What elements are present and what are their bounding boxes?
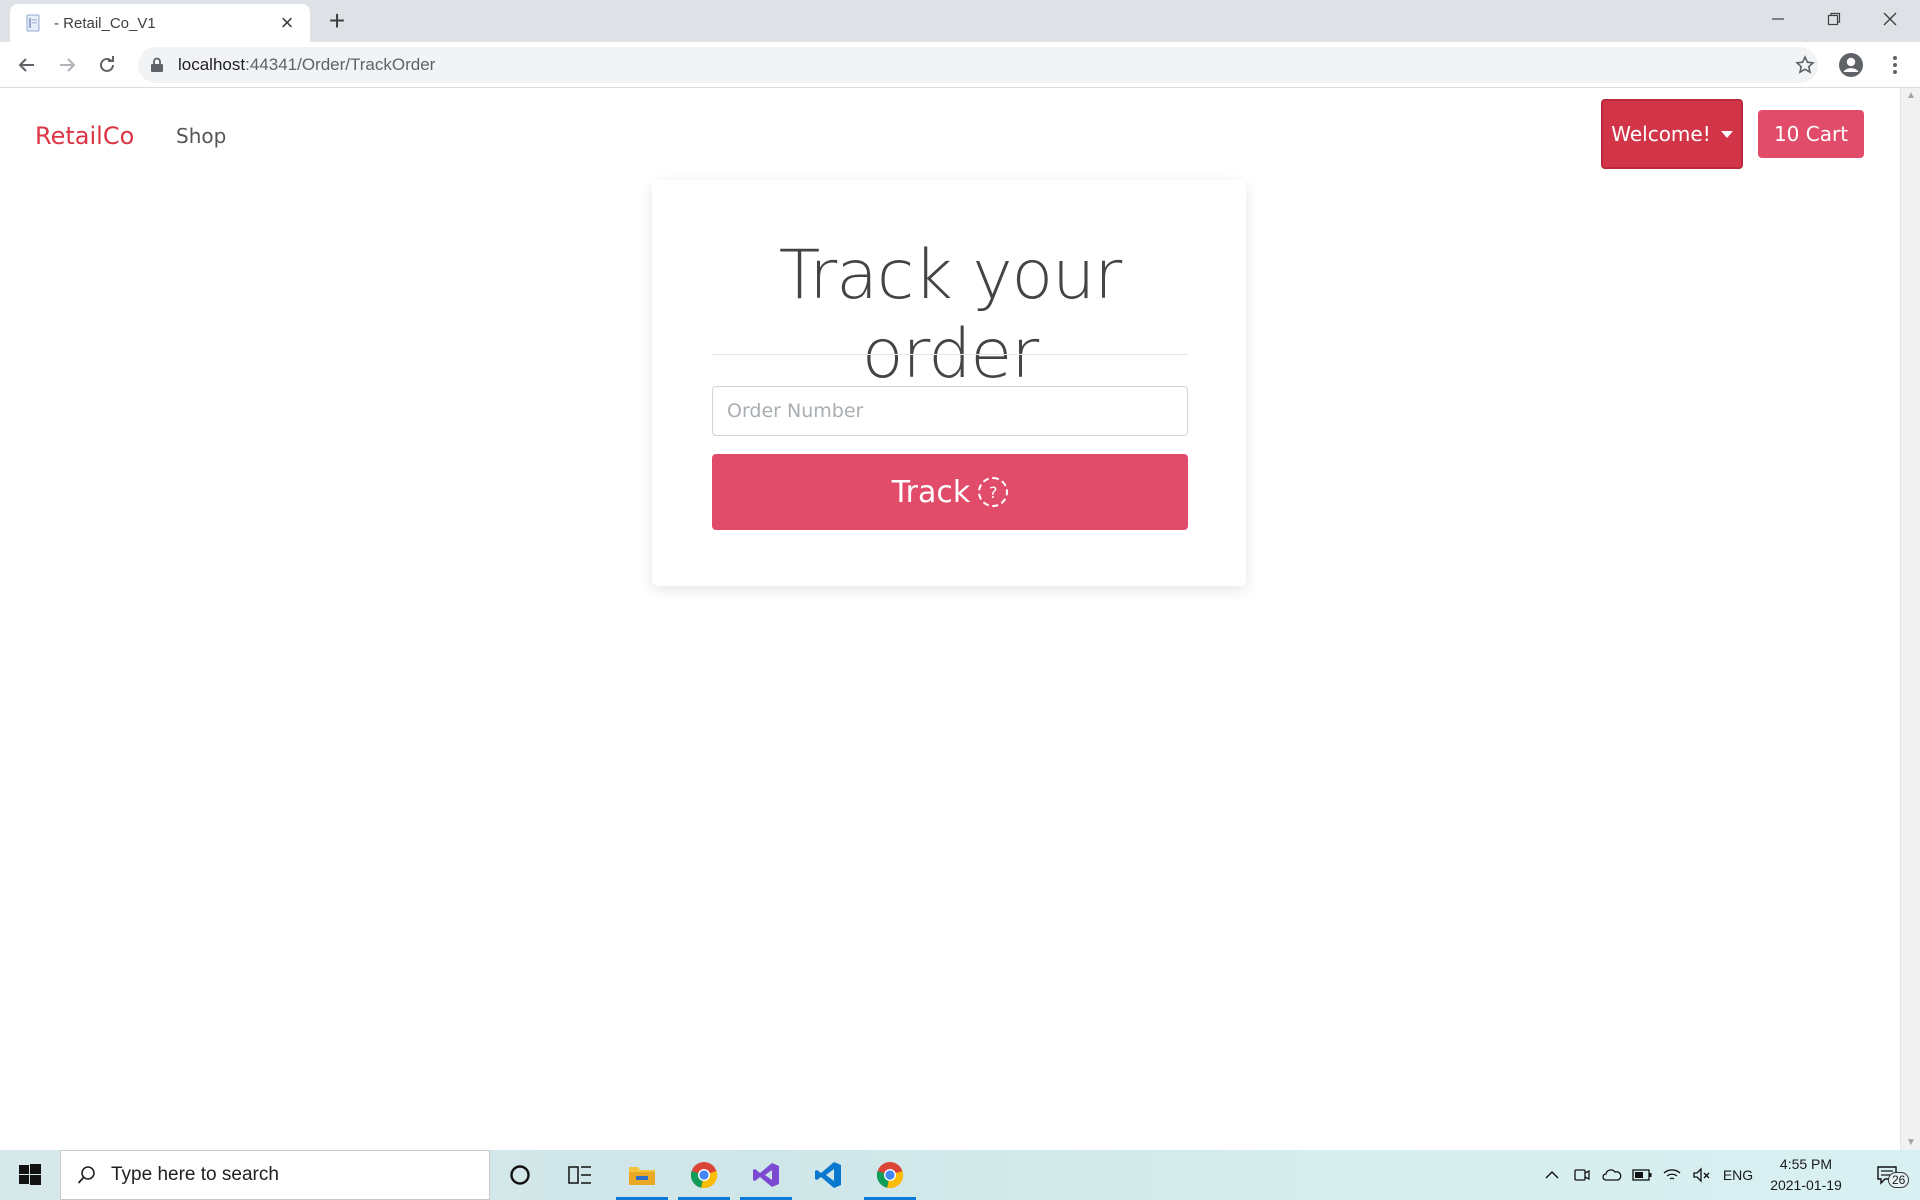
browser-tab-bar: - Retail_Co_V1 × + bbox=[0, 0, 1920, 42]
cart-button[interactable]: 10 Cart bbox=[1758, 110, 1864, 158]
battery-icon[interactable] bbox=[1628, 1150, 1656, 1200]
browser-toolbar: localhost:44341/Order/TrackOrder bbox=[0, 42, 1920, 88]
page-icon bbox=[26, 14, 40, 32]
restore-icon[interactable] bbox=[1806, 0, 1862, 38]
close-window-icon[interactable] bbox=[1862, 0, 1918, 38]
clock-time: 4:55 PM bbox=[1779, 1156, 1833, 1172]
caret-down-icon bbox=[1720, 130, 1733, 138]
browser-tab[interactable]: - Retail_Co_V1 × bbox=[10, 4, 310, 42]
page-title: Track your order bbox=[778, 236, 1122, 394]
volume-muted-icon[interactable] bbox=[1688, 1150, 1716, 1200]
chrome-icon[interactable] bbox=[674, 1150, 734, 1200]
minimize-icon[interactable] bbox=[1750, 0, 1806, 38]
page-content: RetailCo Shop Welcome! 10 Cart Track you… bbox=[0, 88, 1900, 1150]
track-order-card: Track your order Track ? bbox=[652, 180, 1246, 586]
nav-shop-link[interactable]: Shop bbox=[176, 124, 226, 148]
scroll-down-icon[interactable]: ▼ bbox=[1906, 1137, 1916, 1148]
onedrive-icon[interactable] bbox=[1598, 1150, 1626, 1200]
search-icon bbox=[77, 1166, 95, 1184]
action-center-icon[interactable]: 26 bbox=[1866, 1150, 1910, 1200]
meet-now-icon[interactable] bbox=[1568, 1150, 1596, 1200]
cortana-icon[interactable] bbox=[490, 1150, 550, 1200]
profile-avatar-icon[interactable] bbox=[1836, 50, 1866, 80]
lock-icon bbox=[151, 57, 163, 72]
notification-count-badge: 26 bbox=[1888, 1172, 1910, 1188]
tab-title: - Retail_Co_V1 bbox=[54, 14, 156, 32]
new-tab-icon[interactable]: + bbox=[322, 6, 352, 36]
wifi-icon[interactable] bbox=[1658, 1150, 1686, 1200]
reload-icon[interactable] bbox=[92, 50, 122, 80]
welcome-label: Welcome! bbox=[1611, 122, 1711, 146]
back-icon[interactable] bbox=[12, 50, 42, 80]
chrome-active-icon[interactable] bbox=[860, 1150, 920, 1200]
loading-spinner-icon: ? bbox=[978, 477, 1009, 507]
url-path: :44341/Order/TrackOrder bbox=[245, 55, 436, 74]
search-placeholder: Type here to search bbox=[111, 1164, 279, 1185]
track-button-label: Track bbox=[891, 474, 971, 510]
track-button[interactable]: Track ? bbox=[712, 454, 1188, 530]
tab-close-icon[interactable]: × bbox=[276, 12, 298, 34]
tray-overflow-chevron-icon[interactable] bbox=[1538, 1150, 1566, 1200]
forward-icon[interactable] bbox=[52, 50, 82, 80]
order-number-input[interactable] bbox=[712, 386, 1188, 436]
language-indicator[interactable]: ENG bbox=[1720, 1150, 1756, 1200]
scroll-up-icon[interactable]: ▲ bbox=[1906, 90, 1916, 101]
task-view-icon[interactable] bbox=[550, 1150, 610, 1200]
vscode-icon[interactable] bbox=[798, 1150, 858, 1200]
clock-date: 2021-01-19 bbox=[1770, 1177, 1842, 1193]
file-explorer-icon[interactable] bbox=[612, 1150, 672, 1200]
url-host: localhost bbox=[178, 55, 246, 74]
brand-link[interactable]: RetailCo bbox=[35, 122, 134, 150]
bookmark-star-icon[interactable] bbox=[1790, 50, 1820, 80]
windows-taskbar: Type here to search ENG 4:55 PM 2021-01-… bbox=[0, 1150, 1920, 1200]
divider bbox=[712, 354, 1188, 355]
windows-start-icon[interactable] bbox=[0, 1150, 60, 1200]
taskbar-search-box[interactable]: Type here to search bbox=[60, 1150, 490, 1200]
spinner-glyph: ? bbox=[989, 482, 998, 502]
page-scrollbar[interactable]: ▲ ▼ bbox=[1900, 88, 1920, 1150]
visual-studio-icon[interactable] bbox=[736, 1150, 796, 1200]
address-bar[interactable]: localhost:44341/Order/TrackOrder bbox=[138, 47, 1818, 83]
browser-menu-icon[interactable] bbox=[1880, 50, 1910, 80]
taskbar-clock[interactable]: 4:55 PM 2021-01-19 bbox=[1760, 1154, 1852, 1196]
welcome-dropdown-button[interactable]: Welcome! bbox=[1601, 99, 1743, 169]
